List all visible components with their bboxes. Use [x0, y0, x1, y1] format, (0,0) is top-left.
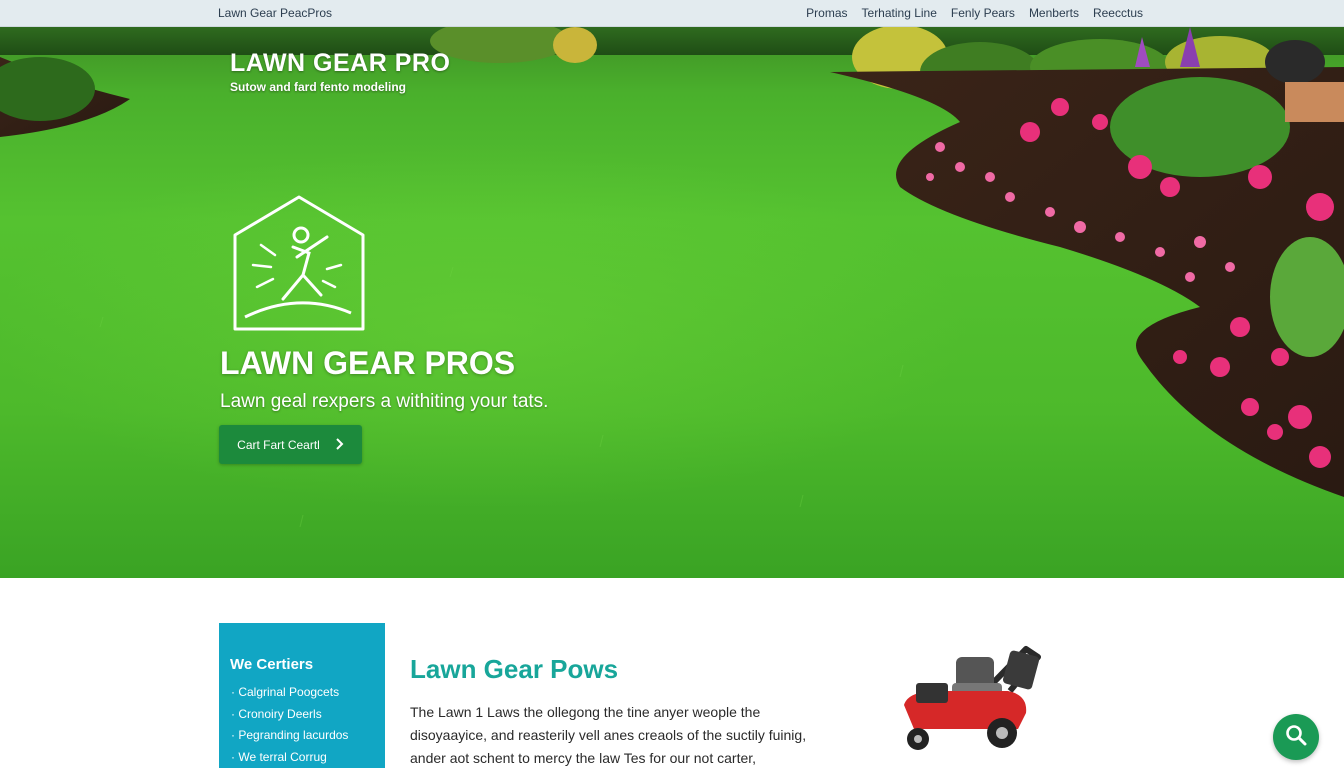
main-nav: Promas Terhating Line Fenly Pears Menber…: [806, 6, 1143, 20]
floating-search-button[interactable]: [1273, 714, 1319, 760]
search-icon: [1285, 724, 1307, 751]
hero-subheadline: Lawn geal rexpers a withiting your tats.: [220, 391, 549, 412]
section-body-line: disoyaayice, and reasterily vell anes cr…: [410, 727, 807, 743]
hero-logo-title: LAWN GEAR PRO: [230, 49, 451, 77]
sidebar-box-item[interactable]: · Cronoiry Deerls: [231, 707, 348, 729]
hero-cta-label: Cart Fart Ceartl: [237, 437, 320, 452]
lawn-mower-image: [904, 646, 1041, 750]
services-sidebar-box: We Certiers · Calgrinal Poogcets · Crono…: [219, 623, 385, 768]
sidebar-box-item[interactable]: · Pegranding lacurdos: [231, 728, 348, 750]
nav-link-menberts[interactable]: Menberts: [1029, 6, 1079, 20]
hero-headline: LAWN GEAR PROS: [220, 345, 516, 381]
chevron-right-icon: [336, 437, 344, 453]
sidebar-box-title: We Certiers: [230, 656, 314, 673]
sidebar-box-item[interactable]: · We terral Corrug: [231, 750, 348, 768]
sidebar-box-item[interactable]: · Calgrinal Poogcets: [231, 685, 348, 707]
hero-section: LAWN GEAR PRO Sutow and fard fento model…: [0, 27, 1344, 578]
section-title: Lawn Gear Pows: [410, 654, 619, 684]
section-body-line: ander aot schent to mercy the law Tes fo…: [410, 750, 757, 766]
nav-link-promas[interactable]: Promas: [806, 6, 847, 20]
nav-link-fenly-pears[interactable]: Fenly Pears: [951, 6, 1015, 20]
site-brand-link[interactable]: Lawn Gear PeacPros: [218, 6, 332, 20]
top-navigation-bar: Lawn Gear PeacPros Promas Terhating Line…: [0, 0, 1344, 27]
sidebar-box-list: · Calgrinal Poogcets · Cronoiry Deerls ·…: [231, 685, 348, 768]
nav-link-reecctus[interactable]: Reecctus: [1093, 6, 1143, 20]
section-body: The Lawn 1 Laws the ollegong the tine an…: [410, 701, 830, 768]
hero-logo[interactable]: LAWN GEAR PRO Sutow and fard fento model…: [230, 49, 450, 94]
section-body-line: The Lawn 1 Laws the ollegong the tine an…: [410, 704, 761, 720]
hero-logo-tagline: Sutow and fard fento modeling: [230, 80, 406, 94]
hero-lawn-garden-image: [0, 27, 1344, 528]
nav-link-terhating-line[interactable]: Terhating Line: [862, 6, 937, 20]
mower-person-house-icon: [233, 195, 365, 331]
hero-cta-button[interactable]: Cart Fart Ceartl: [219, 425, 362, 464]
